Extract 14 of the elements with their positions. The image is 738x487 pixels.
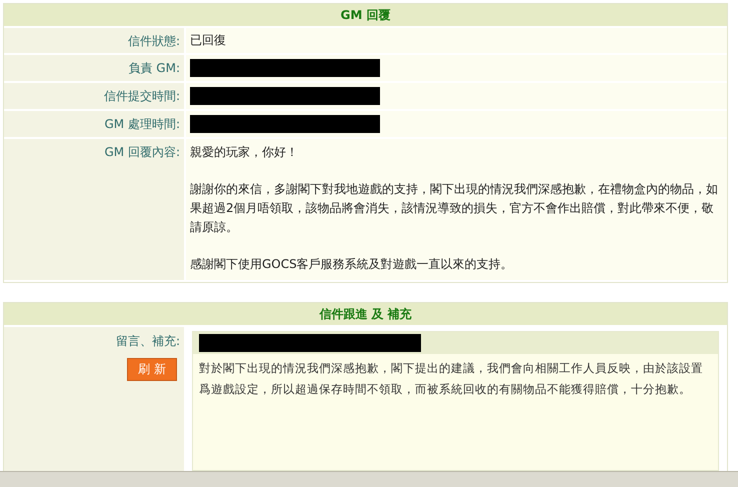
field-label: 信件狀態: [128,34,180,48]
field-value: 已回復 [190,32,226,49]
field-label: GM 處理時間: [104,117,180,131]
reply-paragraph: 感謝閣下使用GOCS客戶服務系統及對遊戲一直以來的支持。 [190,256,514,273]
reply-paragraph: 親愛的玩家，你好！ [190,144,299,161]
field-label: 信件提交時間: [104,89,180,103]
field-label: 留言、補充: [116,333,180,350]
field-label: GM 回覆內容: [104,145,180,159]
refresh-button[interactable]: 刷 新 [127,358,177,381]
field-label: 負責 GM: [128,61,180,75]
panel-title: GM 回覆 [340,6,390,24]
message-text: 對於閣下出現的情況我們深感抱歉，閣下提出的建議，我們會向相關工作人員反映，由於該設置爲遊戲設定，所以超過保存時間不領取，而被系統回收的有關物品不能獲得賠償，十分抱歉。 [199,360,704,398]
panel-title: 信件跟進 及 補充 [319,306,412,322]
reply-paragraph: 謝謝你的來信，多謝閣下對我地遊戲的支持，閣下出現的情況我們深感抱歉，在禮物盒內的物品，如果超過2個月唔領取，該物品將會消失，該情況導致的損失，官方不會作出賠償，對此帶來不便，敬請原諒。 [190,181,719,236]
